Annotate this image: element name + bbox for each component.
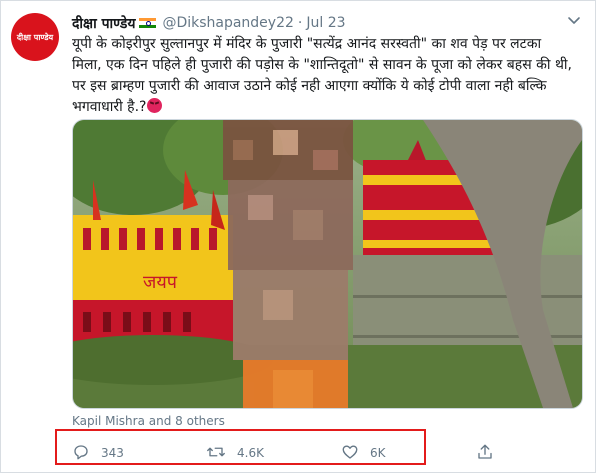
tweet-header: दीक्षा पाण्डेय @Dikshapandey22 · Jul 23 (72, 13, 582, 33)
liked-by[interactable]: Kapil Mishra and 8 others (72, 414, 225, 428)
wall-sign-text: जयप (143, 272, 178, 293)
tweet-date[interactable]: Jul 23 (306, 15, 345, 31)
tweet-card[interactable]: दीक्षा पाण्डेय दीक्षा पाण्डेय @Dikshapan… (0, 0, 596, 473)
author-handle[interactable]: @Dikshapandey22 (162, 15, 293, 31)
avatar[interactable]: दीक्षा पाण्डेय (11, 13, 59, 61)
share-icon (476, 443, 505, 464)
tweet-text: यूपी के कोइरीपुर सुल्तानपुर में मंदिर के… (72, 34, 572, 118)
author-name[interactable]: दीक्षा पाण्डेय (72, 14, 135, 33)
caret-down-icon[interactable] (567, 15, 581, 29)
india-flag-icon (139, 17, 157, 29)
photo-scene: जयप (73, 120, 582, 408)
separator-dot: · (297, 15, 303, 31)
share-button[interactable] (476, 438, 505, 468)
angry-face-icon (146, 98, 162, 113)
avatar-text: दीक्षा पाण्डेय (16, 32, 54, 42)
annotation-highlight-box (55, 429, 426, 465)
tweet-photo[interactable]: जयप (72, 119, 583, 409)
